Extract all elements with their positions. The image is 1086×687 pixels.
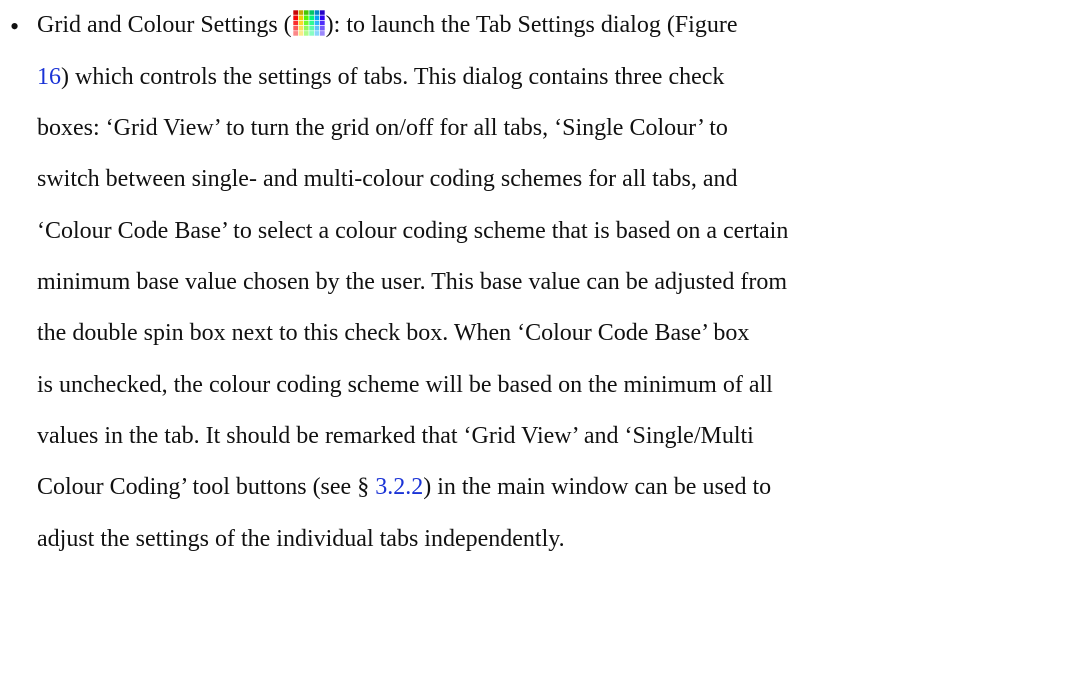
line-text: Grid and Colour Settings ( xyxy=(37,12,292,38)
text-line: boxes: ‘Grid View’ to turn the grid on/o… xyxy=(37,115,728,141)
text-line: ‘Colour Code Base’ to select a colour co… xyxy=(37,218,789,244)
grid-colour-settings-icon xyxy=(292,10,325,36)
line-text: ) which controls the settings of tabs. T… xyxy=(61,64,725,90)
text-line: Colour Coding’ tool buttons (see § 3.2.2… xyxy=(37,472,771,502)
section-reference-link[interactable]: 3.2.2 xyxy=(375,474,423,500)
text-line: the double spin box next to this check b… xyxy=(37,320,750,346)
text-line: minimum base value chosen by the user. T… xyxy=(37,269,788,295)
text-line: 16) which controls the settings of tabs.… xyxy=(37,62,724,92)
line-text: Colour Coding’ tool buttons (see § xyxy=(37,474,376,500)
text-line: adjust the settings of the individual ta… xyxy=(37,526,565,552)
text-line: is unchecked, the colour coding scheme w… xyxy=(37,372,773,398)
line-text: ): to launch the Tab Settings dialog (Fi… xyxy=(325,12,738,38)
text-line: switch between single- and multi-colour … xyxy=(37,166,738,192)
bullet-item: • Grid and Colour Settings ( ): to launch… xyxy=(0,0,1086,687)
text-line: values in the tab. It should be remarked… xyxy=(37,423,754,449)
figure-reference-link[interactable]: 16 xyxy=(37,64,61,90)
bullet-marker: • xyxy=(10,12,20,41)
line-text: ) in the main window can be used to xyxy=(423,474,772,500)
text-line: Grid and Colour Settings ( ): to launch t… xyxy=(37,10,737,40)
